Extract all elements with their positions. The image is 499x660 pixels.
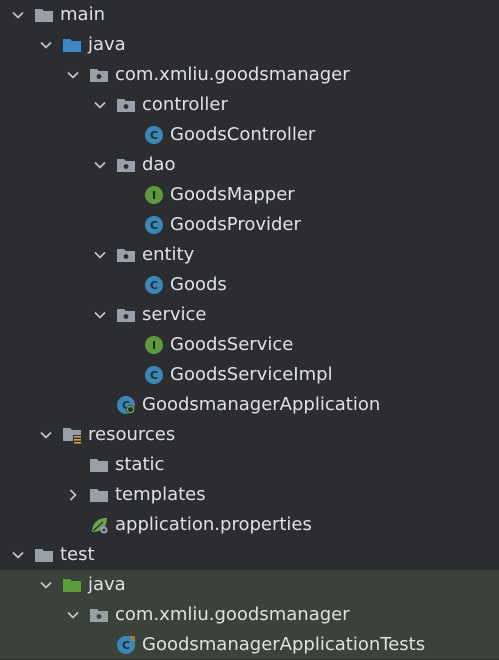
test-source-folder-icon: [62, 575, 82, 595]
tree-node-application-properties[interactable]: application.properties: [0, 510, 499, 540]
tree-node-goodsmanager-application[interactable]: C GoodsmanagerApplication: [0, 390, 499, 420]
tree-node-goods-controller[interactable]: C GoodsController: [0, 120, 499, 150]
class-icon: C: [144, 125, 164, 145]
chevron-down-icon[interactable]: [38, 37, 54, 53]
interface-icon: I: [144, 185, 164, 205]
tree-node-label: GoodsmanagerApplicationTests: [142, 633, 426, 655]
tree-node-label: test: [60, 544, 95, 565]
folder-icon: [89, 485, 109, 505]
source-folder-icon: [62, 35, 82, 55]
chevron-down-icon[interactable]: [92, 157, 108, 173]
package-icon: [89, 65, 109, 85]
folder-icon: [89, 455, 109, 475]
class-icon: C: [144, 215, 164, 235]
tree-node-static[interactable]: static: [0, 450, 499, 480]
tree-node-package[interactable]: com.xmliu.goodsmanager: [0, 60, 499, 90]
tree-node-service[interactable]: service: [0, 300, 499, 330]
spring-properties-icon: [89, 515, 109, 535]
tree-node-dao[interactable]: dao: [0, 150, 499, 180]
tree-node-resources[interactable]: resources: [0, 420, 499, 450]
package-icon: [116, 245, 136, 265]
class-icon: C: [144, 275, 164, 295]
folder-icon: [34, 545, 54, 565]
chevron-right-icon[interactable]: [65, 487, 81, 503]
tree-node-entity[interactable]: entity: [0, 240, 499, 270]
tree-node-goods-mapper[interactable]: I GoodsMapper: [0, 180, 499, 210]
tree-node-label: com.xmliu.goodsmanager: [115, 604, 350, 625]
chevron-down-icon[interactable]: [92, 97, 108, 113]
package-icon: [116, 95, 136, 115]
tree-node-label: Goods: [170, 274, 227, 295]
tree-node-label: main: [60, 4, 105, 25]
resources-folder-icon: [62, 425, 82, 445]
tree-node-label: entity: [142, 244, 195, 265]
chevron-down-icon[interactable]: [38, 577, 54, 593]
spring-boot-class-icon: C: [116, 395, 136, 415]
svg-text:C: C: [122, 639, 130, 652]
tree-node-label: resources: [88, 424, 176, 445]
test-class-icon: C: [116, 634, 136, 655]
interface-icon: I: [144, 335, 164, 355]
chevron-down-icon[interactable]: [92, 247, 108, 263]
tree-node-label: GoodsController: [170, 124, 316, 145]
project-tree: main java com.xmliu.goodsmanager control…: [0, 0, 499, 659]
package-icon: [89, 605, 109, 625]
chevron-down-icon[interactable]: [10, 7, 26, 23]
tree-node-goodsmanager-application-tests[interactable]: C GoodsmanagerApplicationTests: [0, 630, 499, 659]
tree-node-label: controller: [142, 94, 228, 115]
tree-node-main[interactable]: main: [0, 0, 499, 30]
class-icon: C: [144, 365, 164, 385]
tree-node-label: com.xmliu.goodsmanager: [115, 64, 350, 85]
tree-node-label: java: [88, 34, 126, 55]
package-icon: [116, 305, 136, 325]
tree-node-label: service: [142, 304, 207, 325]
tree-node-java[interactable]: java: [0, 30, 499, 60]
tree-node-label: templates: [115, 484, 206, 505]
svg-text:C: C: [150, 369, 158, 382]
tree-node-goods-service-impl[interactable]: C GoodsServiceImpl: [0, 360, 499, 390]
folder-icon: [34, 5, 54, 25]
tree-node-label: java: [88, 574, 126, 595]
tree-node-test-package[interactable]: com.xmliu.goodsmanager: [0, 600, 499, 630]
chevron-down-icon[interactable]: [10, 547, 26, 563]
tree-node-label: static: [115, 454, 165, 475]
svg-text:C: C: [150, 219, 158, 232]
chevron-down-icon[interactable]: [65, 67, 81, 83]
tree-node-label: GoodsService: [170, 334, 294, 355]
svg-text:C: C: [150, 279, 158, 292]
chevron-down-icon[interactable]: [65, 607, 81, 623]
tree-node-label: GoodsmanagerApplication: [142, 394, 381, 415]
tree-node-templates[interactable]: templates: [0, 480, 499, 510]
tree-node-goods-provider[interactable]: C GoodsProvider: [0, 210, 499, 240]
svg-text:I: I: [152, 339, 156, 352]
svg-text:C: C: [150, 129, 158, 142]
tree-node-goods[interactable]: C Goods: [0, 270, 499, 300]
tree-node-label: application.properties: [115, 514, 312, 535]
svg-text:I: I: [152, 189, 156, 202]
tree-node-label: dao: [142, 154, 176, 175]
tree-node-controller[interactable]: controller: [0, 90, 499, 120]
chevron-down-icon[interactable]: [38, 427, 54, 443]
tree-node-test[interactable]: test: [0, 540, 499, 570]
tree-node-test-java[interactable]: java: [0, 570, 499, 600]
tree-node-goods-service[interactable]: I GoodsService: [0, 330, 499, 360]
tree-node-label: GoodsMapper: [170, 184, 295, 205]
tree-node-label: GoodsProvider: [170, 214, 301, 235]
tree-node-label: GoodsServiceImpl: [170, 364, 333, 385]
package-icon: [116, 155, 136, 175]
chevron-down-icon[interactable]: [92, 307, 108, 323]
